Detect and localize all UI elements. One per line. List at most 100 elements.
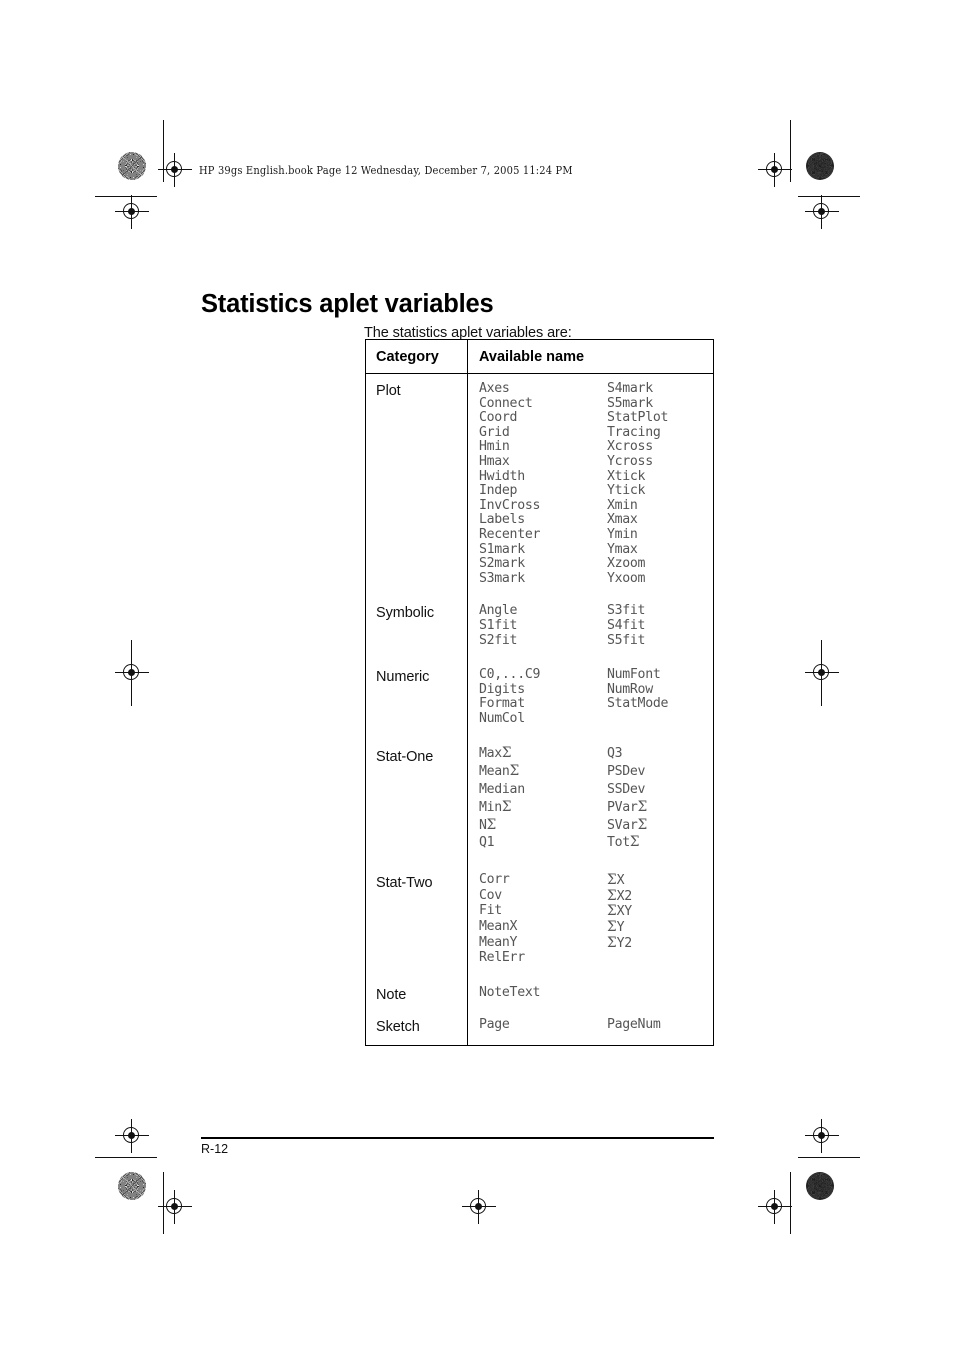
variable-name: Hwidth (479, 468, 525, 484)
sigma-glyph: Σ (607, 919, 617, 936)
variable-name: S4fit (607, 617, 646, 633)
variable-name: Axes (479, 381, 510, 396)
table-row: Symbolic Angle S3fit S1fit S4fit S2fit S5fit (366, 594, 713, 659)
trim-line-left-middle (131, 640, 133, 706)
variable-name: Ycross (607, 453, 653, 469)
trim-line-right-middle (821, 640, 823, 706)
variable-name: Ymax (607, 541, 638, 557)
registration-crosshair-bottom-right (758, 1190, 792, 1224)
trim-line-top-right-vertical (790, 120, 792, 182)
variable-name: Q1 (479, 835, 495, 851)
sigma-glyph: Σ (607, 887, 617, 904)
variable-name: Q3 (607, 746, 623, 762)
table-row: Numeric C0,...C9 NumFont Digits NumRow Format… (366, 658, 713, 737)
variable-name: Digits (479, 681, 525, 697)
variable-name: MeanΣ (479, 763, 520, 780)
variable-name: Coord (479, 410, 518, 426)
variable-name: Ymin (607, 526, 638, 542)
variable-name: Tracing (607, 424, 661, 440)
variable-name: S2fit (479, 632, 518, 648)
book-file-header: HP 39gs English.book Page 12 Wednesday, … (199, 163, 573, 177)
variable-name-grid: Page PageNum (479, 1018, 713, 1033)
variable-name: NoteText (479, 984, 541, 1000)
names-cell-statone: MaxΣ Q3 MeanΣ PSDev Median SSDev MinΣ PVarΣ NΣ SV… (468, 736, 713, 862)
variable-name: S1fit (479, 617, 518, 633)
variable-name: S3fit (607, 603, 646, 619)
variable-name: ΣXY (607, 903, 632, 920)
registration-crosshair-left-upper (115, 195, 149, 229)
table-row: Stat-Two Corr ΣX Cov ΣX2 Fit ΣXY MeanX ΣY MeanY ΣY… (366, 862, 713, 975)
variable-name-empty (607, 951, 713, 966)
registration-crosshair-right-upper (805, 195, 839, 229)
variable-name: SVarΣ (607, 816, 648, 833)
sigma-glyph: Σ (501, 798, 512, 815)
variable-name: S1mark (479, 541, 525, 557)
sigma-glyph: Σ (607, 934, 617, 951)
category-cell-plot: Plot (366, 374, 468, 595)
variable-name: PVarΣ (607, 798, 648, 815)
category-cell-symbolic: Symbolic (366, 594, 468, 659)
category-cell-stattwo: Stat-Two (366, 862, 468, 975)
sigma-glyph: Σ (501, 745, 512, 762)
table-row: Plot Axes S4mark Connect S5mark Coord StatPlot… (366, 374, 713, 595)
sigma-glyph: Σ (637, 798, 648, 815)
footer-rule (201, 1137, 714, 1139)
page-folio: R-12 (201, 1142, 229, 1156)
variable-name: Yxoom (607, 570, 646, 586)
variable-name: MeanY (479, 934, 518, 950)
variable-name: NΣ (479, 816, 497, 833)
variable-name-empty (607, 712, 713, 727)
variable-name: MaxΣ (479, 745, 512, 762)
registration-rosette-top-right (806, 152, 834, 180)
category-cell-numeric: Numeric (366, 658, 468, 737)
category-cell-note: Note (366, 974, 468, 1009)
sigma-glyph: Σ (607, 872, 617, 889)
variable-name: Labels (479, 512, 525, 528)
variable-name: Connect (479, 395, 533, 411)
variable-name-empty (607, 986, 713, 1001)
variable-name: Hmax (479, 453, 510, 469)
table-body: Plot Axes S4mark Connect S5mark Coord StatPlot… (366, 374, 713, 1046)
names-cell-symbolic: Angle S3fit S1fit S4fit S2fit S5fit (468, 594, 713, 658)
variable-name: Corr (479, 872, 510, 888)
variable-name: S3mark (479, 570, 525, 586)
registration-crosshair-right-lower (805, 1119, 839, 1153)
variable-name-grid: C0,...C9 NumFont Digits NumRow Format StatMod… (479, 667, 713, 727)
variable-name: S4mark (607, 381, 653, 396)
names-cell-sketch: Page PageNum (468, 1008, 713, 1045)
registration-crosshair-top-right (758, 153, 792, 187)
variable-name: Angle (479, 603, 518, 619)
variable-name-grid: NoteText (479, 984, 713, 1001)
variable-name: Median (479, 782, 525, 798)
table-row: Stat-One MaxΣ Q3 MeanΣ PSDev Median SSDev MinΣ P… (366, 736, 713, 863)
variable-name: S2mark (479, 556, 525, 572)
sigma-glyph: Σ (509, 763, 520, 780)
registration-rosette-bottom-left (118, 1172, 146, 1200)
trim-line-bottom-left-horizontal (95, 1157, 157, 1159)
variable-name: PageNum (607, 1017, 661, 1033)
page-title: Statistics aplet variables (201, 290, 494, 319)
trim-line-bottom-right-vertical (790, 1172, 792, 1234)
registration-crosshair-left-lower (115, 1119, 149, 1153)
variable-name: RelErr (479, 950, 525, 966)
variable-name: Xzoom (607, 556, 646, 572)
variable-name: Grid (479, 424, 510, 440)
variable-name-grid: MaxΣ Q3 MeanΣ PSDev Median SSDev MinΣ PVarΣ NΣ SV… (479, 745, 713, 852)
sigma-glyph: Σ (637, 816, 648, 833)
names-cell-note: NoteText (468, 975, 713, 1009)
variable-name: StatPlot (607, 410, 669, 426)
variable-name: ΣX2 (607, 887, 632, 904)
variable-name: Xmin (607, 497, 638, 513)
sigma-glyph: Σ (629, 834, 640, 851)
variable-name: InvCross (479, 497, 541, 513)
registration-crosshair-bottom-center (462, 1190, 496, 1224)
variable-name: ΣY (607, 919, 625, 936)
variable-name: Indep (479, 483, 518, 499)
variable-name: Fit (479, 903, 502, 919)
variable-name: MinΣ (479, 798, 512, 815)
variable-name-grid: Axes S4mark Connect S5mark Coord StatPlot Grid… (479, 381, 713, 586)
table-row: Note NoteText (366, 974, 713, 1009)
statistics-variables-table: Category Available name Plot Axes S4mark Co… (365, 339, 714, 1047)
variable-name: Cov (479, 887, 502, 903)
names-cell-numeric: C0,...C9 NumFont Digits NumRow Format StatMod… (468, 658, 713, 736)
